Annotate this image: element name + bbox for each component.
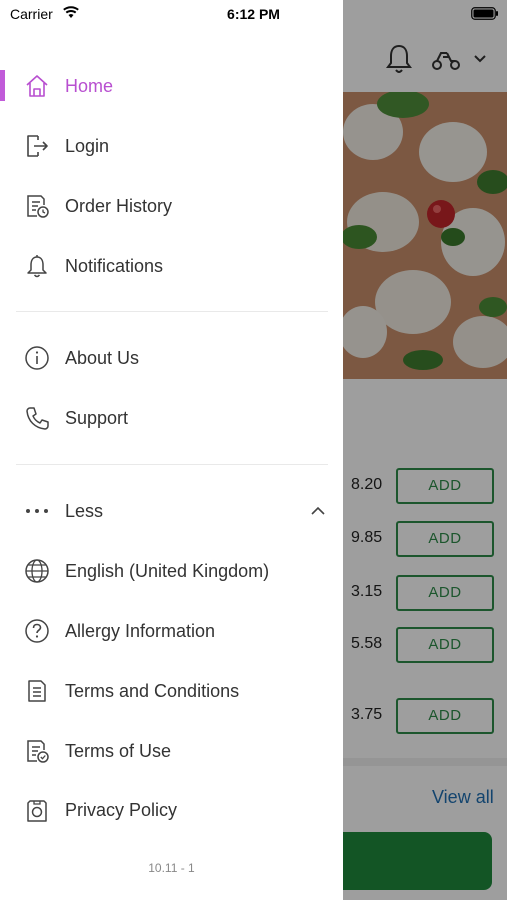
- login-icon: [24, 133, 50, 159]
- menu-item-label: Home: [65, 75, 114, 96]
- menu-item-home[interactable]: Home: [0, 58, 343, 114]
- app-version: 10.11 - 1: [148, 861, 195, 875]
- menu-item-language[interactable]: English (United Kingdom): [0, 543, 343, 599]
- menu-item-label: Allergy Information: [65, 620, 216, 641]
- order-history-icon: [24, 193, 50, 219]
- menu-divider: [16, 464, 328, 465]
- document-icon: [24, 678, 50, 704]
- menu-divider: [16, 311, 328, 312]
- question-icon: [24, 618, 50, 644]
- bell-icon: [24, 253, 50, 279]
- info-icon: [24, 345, 50, 371]
- home-icon: [24, 73, 50, 99]
- privacy-icon: [24, 797, 50, 823]
- menu-item-login[interactable]: Login: [0, 118, 343, 174]
- status-time: 6:12 PM: [227, 6, 280, 22]
- menu-item-allergy-information[interactable]: Allergy Information: [0, 603, 343, 659]
- status-bar: Carrier 6:12 PM: [0, 0, 507, 30]
- menu-item-label: Terms and Conditions: [65, 680, 240, 701]
- more-dots-icon: [24, 498, 50, 524]
- menu-item-label: English (United Kingdom): [65, 560, 270, 581]
- menu-item-label: Privacy Policy: [65, 799, 178, 820]
- menu-item-label: Support: [65, 407, 129, 428]
- globe-icon: [24, 558, 50, 584]
- navigation-drawer: Home Login Order History Notifications A…: [0, 0, 343, 900]
- menu-item-order-history[interactable]: Order History: [0, 178, 343, 234]
- menu-item-support[interactable]: Support: [0, 390, 343, 446]
- phone-icon: [24, 405, 50, 431]
- menu-item-about-us[interactable]: About Us: [0, 330, 343, 386]
- battery-icon: [471, 7, 499, 20]
- menu-item-label: Order History: [65, 195, 173, 216]
- menu-item-terms-of-use[interactable]: Terms of Use: [0, 723, 343, 779]
- menu-item-label: Terms of Use: [65, 740, 172, 761]
- menu-item-label: Login: [65, 135, 110, 156]
- document-check-icon: [24, 738, 50, 764]
- menu-item-label: Less: [65, 500, 104, 521]
- menu-item-terms-and-conditions[interactable]: Terms and Conditions: [0, 663, 343, 719]
- menu-item-privacy-policy[interactable]: Privacy Policy: [0, 782, 343, 838]
- menu-item-notifications[interactable]: Notifications: [0, 238, 343, 294]
- menu-more-toggle[interactable]: Less: [0, 483, 343, 539]
- menu-item-label: About Us: [65, 347, 140, 368]
- menu-item-label: Notifications: [65, 255, 164, 276]
- chevron-up-icon: [310, 505, 326, 517]
